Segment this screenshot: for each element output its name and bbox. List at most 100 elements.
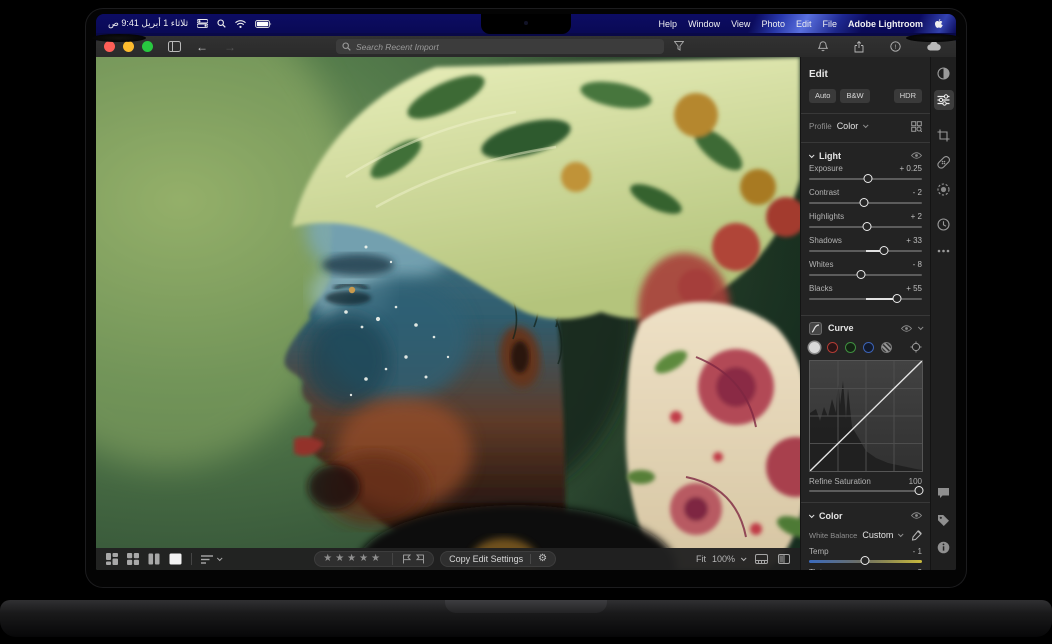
slider-knob[interactable] [863, 174, 873, 183]
edit-sliders-icon[interactable] [933, 90, 956, 110]
slider-knob[interactable] [892, 294, 902, 303]
contrast-slider[interactable]: Contrast - 2 [809, 188, 922, 209]
menu-file[interactable]: File [822, 19, 837, 29]
menu-view[interactable]: View [731, 19, 750, 29]
shadows-slider[interactable]: Shadows + 33 [809, 236, 922, 257]
filmstrip-icon[interactable] [755, 554, 768, 564]
channel-blue-button[interactable] [863, 341, 874, 353]
comments-icon[interactable] [934, 483, 954, 503]
slider-knob[interactable] [856, 270, 866, 279]
forward-arrow-icon[interactable]: → [224, 40, 236, 54]
keywords-icon[interactable] [934, 510, 954, 530]
collapse-chevron-icon [808, 511, 815, 518]
bell-icon[interactable] [817, 41, 829, 52]
exposure-slider[interactable]: Exposure + 0.25 [809, 164, 922, 185]
grid-mosaic-icon[interactable] [106, 553, 118, 565]
profile-value[interactable]: Color [837, 121, 859, 131]
channel-all-button[interactable] [809, 341, 820, 353]
channel-red-button[interactable] [827, 341, 838, 353]
curve-section-header[interactable]: Curve [809, 321, 924, 335]
channel-mixed-button[interactable] [881, 341, 892, 353]
slider-label: Highlights [809, 211, 845, 221]
sidebar-toggle-icon[interactable] [168, 41, 181, 52]
eyedropper-icon[interactable] [911, 529, 922, 541]
chevron-down-icon[interactable] [863, 122, 869, 129]
crop-icon[interactable] [934, 125, 954, 145]
slider-knob[interactable] [914, 486, 924, 495]
battery-icon[interactable] [255, 19, 272, 28]
share-icon[interactable] [854, 40, 864, 53]
tint-value: - 2 [913, 568, 922, 571]
chevron-down-icon[interactable] [917, 324, 924, 331]
info-icon[interactable] [934, 537, 954, 557]
help-icon[interactable]: ! [890, 41, 901, 52]
sort-control[interactable] [201, 554, 223, 564]
search-icon[interactable] [217, 19, 226, 28]
eye-icon[interactable] [910, 152, 923, 159]
versions-icon[interactable] [934, 214, 954, 234]
temp-slider[interactable] [809, 556, 922, 565]
slider-knob[interactable] [860, 556, 870, 565]
light-section-title: Light [819, 150, 841, 161]
menu-window[interactable]: Window [688, 19, 720, 29]
hdr-button[interactable]: HDR [893, 89, 922, 103]
edit-panel: Edit Auto B&W HDR Profile Color Light Ex… [800, 57, 930, 570]
tool-strip [930, 57, 956, 570]
flag-pick-icon[interactable] [402, 554, 412, 564]
copy-edit-settings-button[interactable]: Copy Edit Settings [449, 554, 523, 564]
color-section-header[interactable]: Color [808, 511, 923, 521]
filter-icon[interactable] [673, 41, 685, 51]
grid-square-icon[interactable] [127, 553, 139, 565]
tone-curve-editor[interactable] [809, 359, 923, 472]
status-datetime[interactable]: ثلاثاء 1 أبريل 9:41 ص [108, 18, 188, 29]
refine-saturation-slider[interactable] [809, 486, 924, 495]
cloud-icon[interactable] [927, 41, 941, 51]
copy-edit-settings-group: Copy Edit Settings ⚙ [440, 551, 557, 567]
close-window-button[interactable] [104, 41, 115, 52]
wifi-icon[interactable] [235, 19, 246, 28]
light-section-header[interactable]: Light [808, 150, 923, 161]
flag-reject-icon[interactable] [416, 554, 425, 564]
menu-app-name[interactable]: Adobe Lightroom [848, 19, 923, 29]
control-center-icon[interactable] [196, 19, 209, 28]
sort-icon [201, 554, 213, 564]
slider-knob[interactable] [859, 198, 869, 207]
blacks-slider[interactable]: Blacks + 55 [809, 284, 922, 305]
fit-label[interactable]: Fit [696, 554, 706, 564]
tone-circle-icon[interactable] [934, 63, 954, 83]
eye-icon[interactable] [910, 512, 923, 519]
menu-photo[interactable]: Photo [761, 19, 785, 29]
bw-button[interactable]: B&W [840, 89, 870, 103]
auto-button[interactable]: Auto [809, 89, 837, 103]
before-after-icon[interactable] [778, 554, 790, 564]
photo-canvas[interactable] [96, 57, 800, 570]
profile-browse-icon[interactable] [911, 120, 923, 132]
more-icon[interactable] [934, 241, 954, 261]
gear-icon[interactable]: ⚙ [538, 554, 547, 564]
slider-knob[interactable] [879, 246, 889, 255]
eye-icon[interactable] [900, 324, 913, 332]
single-photo-icon[interactable] [169, 553, 182, 565]
star-rating[interactable]: ★★★★★ [323, 554, 383, 564]
search-input[interactable]: Search Recent Import [336, 39, 664, 54]
apple-logo-icon[interactable] [934, 18, 944, 29]
channel-green-button[interactable] [845, 341, 856, 353]
healing-icon[interactable] [934, 152, 954, 172]
slider-knob[interactable] [862, 222, 872, 231]
compare-columns-icon[interactable] [148, 553, 160, 565]
slider-label: Contrast [809, 187, 840, 197]
zoom-level[interactable]: 100% [712, 554, 735, 564]
white-balance-value[interactable]: Custom [862, 530, 893, 540]
target-adjust-icon[interactable] [910, 341, 922, 353]
masking-icon[interactable] [934, 179, 954, 199]
menu-edit[interactable]: Edit [796, 19, 812, 29]
highlights-slider[interactable]: Highlights + 2 [809, 212, 922, 233]
back-arrow-icon[interactable]: ← [196, 40, 208, 54]
chevron-down-icon[interactable] [898, 531, 904, 538]
refine-saturation-value: 100 [908, 476, 922, 486]
whites-slider[interactable]: Whites - 8 [809, 260, 922, 281]
curve-icon [809, 321, 822, 335]
menu-help[interactable]: Help [659, 19, 678, 29]
zoom-window-button[interactable] [142, 41, 153, 52]
minimize-window-button[interactable] [123, 41, 134, 52]
